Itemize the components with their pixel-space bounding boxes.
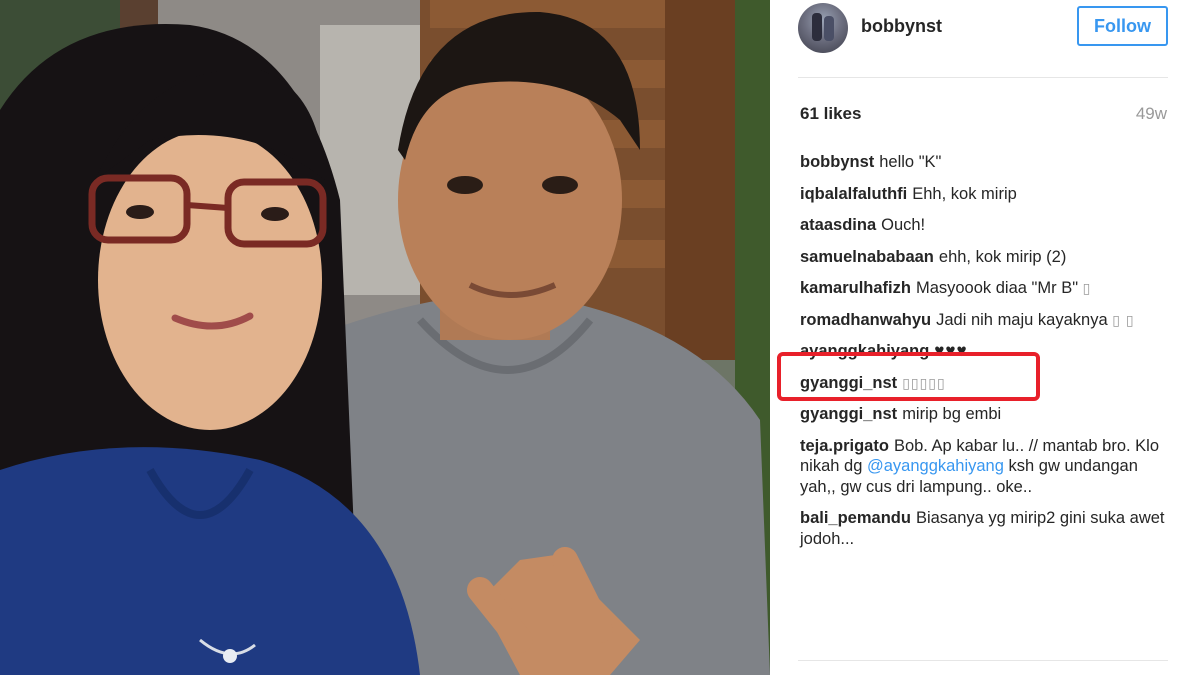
photo-illustration (0, 0, 770, 675)
comment-text: ehh, kok mirip (2) (938, 247, 1067, 266)
likes-count[interactable]: 61 likes (800, 104, 861, 124)
comment-username[interactable]: kamarulhafizh (800, 279, 911, 297)
comment-item: teja.prigato Bob. Ap kabar lu.. // mantab… (800, 436, 1172, 498)
comment-username[interactable]: romadhanwahyu (800, 311, 931, 329)
comment-item: gyanggi_nst mirip bg embi (800, 404, 1172, 425)
comment-username[interactable]: bali_pemandu (800, 509, 911, 527)
post-photo (0, 0, 770, 675)
post-side-panel: bobbynst Follow 61 likes 49w bobbynst hel… (770, 0, 1200, 675)
comment-item: iqbalalfaluthfi Ehh, kok mirip (800, 184, 1172, 205)
comment-text: Jadi nih maju kayaknya (936, 310, 1108, 329)
missing-emoji-glyph: ▯ (1082, 280, 1092, 296)
comment-username[interactable]: gyanggi_nst (800, 374, 897, 392)
comment-item: bobbynst hello "K" (800, 152, 1172, 173)
mention-link[interactable]: @ayanggkahiyang (867, 457, 1004, 475)
missing-emoji-glyph: ▯ ▯ (1112, 311, 1135, 328)
comment-item: bali_pemandu Biasanya yg mirip2 gini suka… (800, 508, 1172, 549)
missing-emoji-glyph: ▯▯▯▯▯ (902, 374, 946, 391)
comment-item: gyanggi_nst ▯▯▯▯▯ (800, 373, 1172, 394)
comment-username[interactable]: gyanggi_nst (800, 405, 897, 423)
hearts-emoji-text: ♥♥♥ (934, 341, 968, 360)
username-link[interactable]: bobbynst (861, 16, 942, 37)
comment-item: kamarulhafizh Masyoook diaa "Mr B" ▯ (800, 278, 1172, 299)
header-divider (798, 77, 1168, 78)
comment-username[interactable]: teja.prigato (800, 437, 889, 455)
profile-avatar[interactable] (798, 3, 848, 53)
comment-text: hello "K" (879, 153, 942, 171)
comment-username[interactable]: iqbalalfaluthfi (800, 185, 907, 203)
footer-divider (798, 660, 1168, 661)
comment-item-highlighted: ayanggkahiyang ♥♥♥ (800, 341, 1172, 362)
comment-item: ataasdina Ouch! (800, 215, 1172, 236)
comment-username[interactable]: ayanggkahiyang (800, 342, 929, 360)
follow-button[interactable]: Follow (1077, 6, 1168, 46)
comments-list: bobbynst hello "K" iqbalalfaluthfi Ehh, ko… (800, 152, 1172, 560)
comment-item: romadhanwahyu Jadi nih maju kayaknya ▯ ▯ (800, 310, 1172, 331)
post-timestamp[interactable]: 49w (1136, 104, 1167, 124)
avatar-figure-shape (812, 13, 822, 41)
comment-username[interactable]: ataasdina (800, 216, 876, 234)
comment-text: Ehh, kok mirip (912, 184, 1017, 203)
avatar-figure-shape (824, 16, 834, 41)
comment-text: Masyoook diaa "Mr B" (915, 279, 1079, 297)
post-header: bobbynst Follow (770, 0, 1200, 60)
comment-text: mirip bg embi (902, 405, 1002, 423)
comment-text: Ouch! (881, 216, 926, 234)
comment-item: samuelnababaan ehh, kok mirip (2) (800, 247, 1172, 268)
comment-username[interactable]: bobbynst (800, 153, 874, 171)
comment-username[interactable]: samuelnababaan (800, 248, 934, 266)
